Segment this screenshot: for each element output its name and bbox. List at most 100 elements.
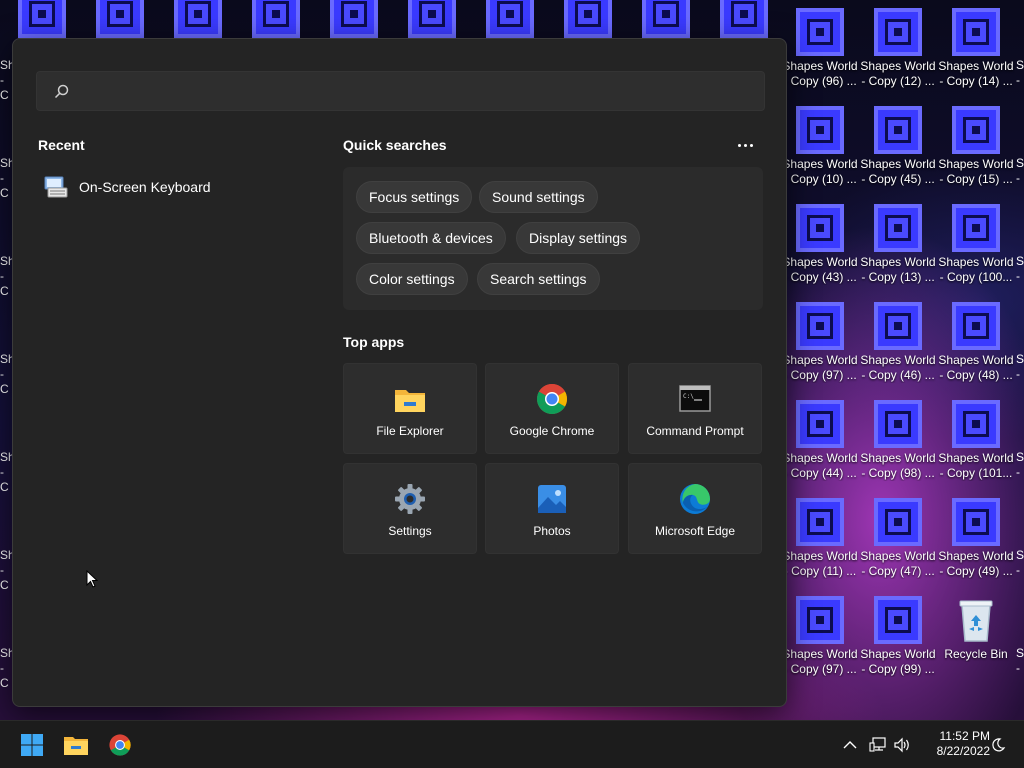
taskbar: 11:52 PM 8/22/2022 bbox=[0, 720, 1024, 768]
desktop-icon[interactable]: Shapes World - Copy (98) ... bbox=[859, 400, 937, 481]
desktop-edge-fragment-left: Sh - C bbox=[0, 548, 12, 592]
desktop-icon[interactable]: Shapes World - Copy (47) ... bbox=[859, 498, 937, 579]
desktop-icon-label: Shapes World - Copy (96) ... bbox=[782, 59, 858, 88]
chrome-icon bbox=[536, 383, 568, 415]
app-tile-label: Settings bbox=[388, 524, 432, 538]
recent-item-on-screen-keyboard[interactable]: On-Screen Keyboard bbox=[43, 169, 303, 205]
notifications-button[interactable] bbox=[988, 735, 1008, 755]
desktop-icon-label: Shapes World - Copy (13) ... bbox=[860, 255, 936, 284]
desktop-icon[interactable]: Shapes World - Copy (46) ... bbox=[859, 302, 937, 383]
desktop-icon-label: Shapes World - Copy (97) ... bbox=[782, 647, 858, 676]
taskbar-file-explorer-button[interactable] bbox=[60, 729, 92, 761]
desktop-icon[interactable] bbox=[471, 0, 549, 38]
app-tile-label: Command Prompt bbox=[646, 424, 744, 438]
chip-color-settings[interactable]: Color settings bbox=[356, 263, 468, 295]
desktop-icon[interactable] bbox=[549, 0, 627, 38]
desktop-icon[interactable]: Shapes World - Copy (45) ... bbox=[859, 106, 937, 187]
network-button[interactable] bbox=[868, 735, 888, 755]
mouse-cursor-icon bbox=[86, 570, 98, 588]
start-menu: Recent On-Screen Keyboard Quick searches… bbox=[12, 38, 787, 707]
app-tile-photos[interactable]: Photos bbox=[485, 463, 619, 554]
desktop-icon-label: Shapes World - Copy (44) ... bbox=[782, 451, 858, 480]
desktop-icon[interactable] bbox=[393, 0, 471, 38]
taskbar-clock[interactable]: 11:52 PM 8/22/2022 bbox=[918, 729, 990, 759]
shapes-world-icon bbox=[96, 0, 144, 38]
desktop-icon[interactable]: Shapes World - Copy (48) ... bbox=[937, 302, 1015, 383]
shapes-world-icon bbox=[952, 302, 1000, 350]
start-button[interactable] bbox=[16, 729, 48, 761]
desktop-icon[interactable]: Shapes World - Copy (10) ... bbox=[781, 106, 859, 187]
app-tile-settings[interactable]: Settings bbox=[343, 463, 477, 554]
desktop-icon[interactable]: Shapes World - Copy (101... bbox=[937, 400, 1015, 481]
desktop-icon-label: Shapes World - Copy (45) ... bbox=[860, 157, 936, 186]
desktop-edge-fragment-left: Sh - C bbox=[0, 646, 12, 690]
desktop-icon-label: Shapes World - Copy (15) ... bbox=[938, 157, 1014, 186]
shapes-world-icon bbox=[796, 106, 844, 154]
show-hidden-icons-button[interactable] bbox=[840, 735, 860, 755]
svg-text:C:\: C:\ bbox=[683, 393, 694, 400]
shapes-world-icon bbox=[874, 596, 922, 644]
chip-focus-settings[interactable]: Focus settings bbox=[356, 181, 473, 213]
search-box[interactable] bbox=[36, 71, 765, 111]
desktop-icon[interactable]: Shapes World - Copy (12) ... bbox=[859, 8, 937, 89]
file-explorer-icon bbox=[395, 390, 425, 412]
search-input[interactable] bbox=[70, 72, 764, 110]
top-apps-title: Top apps bbox=[343, 334, 405, 350]
desktop-edge-fragment-left: Sh - C bbox=[0, 156, 12, 200]
chrome-icon bbox=[109, 734, 131, 756]
desktop-icon[interactable] bbox=[237, 0, 315, 38]
desktop-icon-label: Shapes World - Copy (99) ... bbox=[860, 647, 936, 676]
shapes-world-icon bbox=[952, 106, 1000, 154]
desktop-icon[interactable]: Shapes World - Copy (15) ... bbox=[937, 106, 1015, 187]
file-explorer-icon bbox=[64, 737, 88, 755]
desktop-icon[interactable]: Shapes World - Copy (99) ... bbox=[859, 596, 937, 677]
desktop-icon[interactable]: Shapes World - Copy (14) ... bbox=[937, 8, 1015, 89]
app-tile-label: Microsoft Edge bbox=[654, 524, 736, 538]
app-tile-label: Google Chrome bbox=[509, 424, 595, 438]
app-tile-google-chrome[interactable]: Google Chrome bbox=[485, 363, 619, 454]
chip-bluetooth-devices[interactable]: Bluetooth & devices bbox=[356, 222, 506, 254]
desktop-icon[interactable]: Shapes World - Copy (43) ... bbox=[781, 204, 859, 285]
desktop-edge-fragment-left: Sh - C bbox=[0, 450, 12, 494]
shapes-world-icon bbox=[252, 0, 300, 38]
desktop-icon[interactable]: Shapes World - Copy (97) ... bbox=[781, 596, 859, 677]
keyboard-icon bbox=[44, 176, 68, 198]
app-tile-file-explorer[interactable]: File Explorer bbox=[343, 363, 477, 454]
recycle-bin[interactable]: Recycle Bin bbox=[937, 596, 1015, 662]
desktop-icon[interactable] bbox=[3, 0, 81, 38]
chip-sound-settings[interactable]: Sound settings bbox=[479, 181, 598, 213]
desktop-icon[interactable]: Shapes World - Copy (97) ... bbox=[781, 302, 859, 383]
desktop-icon[interactable]: Shapes World - Copy (44) ... bbox=[781, 400, 859, 481]
taskbar-chrome-button[interactable] bbox=[104, 729, 136, 761]
chip-search-settings[interactable]: Search settings bbox=[477, 263, 600, 295]
desktop-icon[interactable]: Shapes World - Copy (49) ... bbox=[937, 498, 1015, 579]
desktop-icon-label: Shapes World - Copy (10) ... bbox=[782, 157, 858, 186]
desktop-edge-fragment-right: S- bbox=[1016, 156, 1024, 185]
app-tile-microsoft-edge[interactable]: Microsoft Edge bbox=[628, 463, 762, 554]
desktop-icon-label: Shapes World - Copy (48) ... bbox=[938, 353, 1014, 382]
chip-display-settings[interactable]: Display settings bbox=[516, 222, 641, 254]
command-prompt-icon: C:\ bbox=[679, 385, 711, 412]
desktop-icon[interactable]: Shapes World - Copy (96) ... bbox=[781, 8, 859, 89]
shapes-world-icon bbox=[874, 302, 922, 350]
desktop-edge-fragment-right: S- bbox=[1016, 548, 1024, 577]
desktop-icon[interactable] bbox=[159, 0, 237, 38]
desktop-icon[interactable] bbox=[627, 0, 705, 38]
app-tile-command-prompt[interactable]: C:\ Command Prompt bbox=[628, 363, 762, 454]
desktop-icon-label: Shapes World - Copy (43) ... bbox=[782, 255, 858, 284]
desktop-icon-label: Shapes World - Copy (101... bbox=[938, 451, 1014, 480]
more-options-button[interactable] bbox=[733, 133, 757, 157]
desktop-icon[interactable]: Shapes World - Copy (11) ... bbox=[781, 498, 859, 579]
desktop-icon[interactable]: Shapes World - Copy (13) ... bbox=[859, 204, 937, 285]
volume-button[interactable] bbox=[892, 735, 912, 755]
desktop-icon[interactable] bbox=[81, 0, 159, 38]
desktop-icon[interactable] bbox=[315, 0, 393, 38]
desktop-icon[interactable] bbox=[705, 0, 783, 38]
shapes-world-icon bbox=[796, 302, 844, 350]
desktop-icon-label: Shapes World - Copy (46) ... bbox=[860, 353, 936, 382]
recent-title: Recent bbox=[38, 137, 85, 153]
recent-item-label: On-Screen Keyboard bbox=[79, 179, 211, 195]
desktop-icon[interactable]: Shapes World - Copy (100... bbox=[937, 204, 1015, 285]
edge-icon bbox=[680, 484, 710, 514]
shapes-world-icon bbox=[796, 400, 844, 448]
